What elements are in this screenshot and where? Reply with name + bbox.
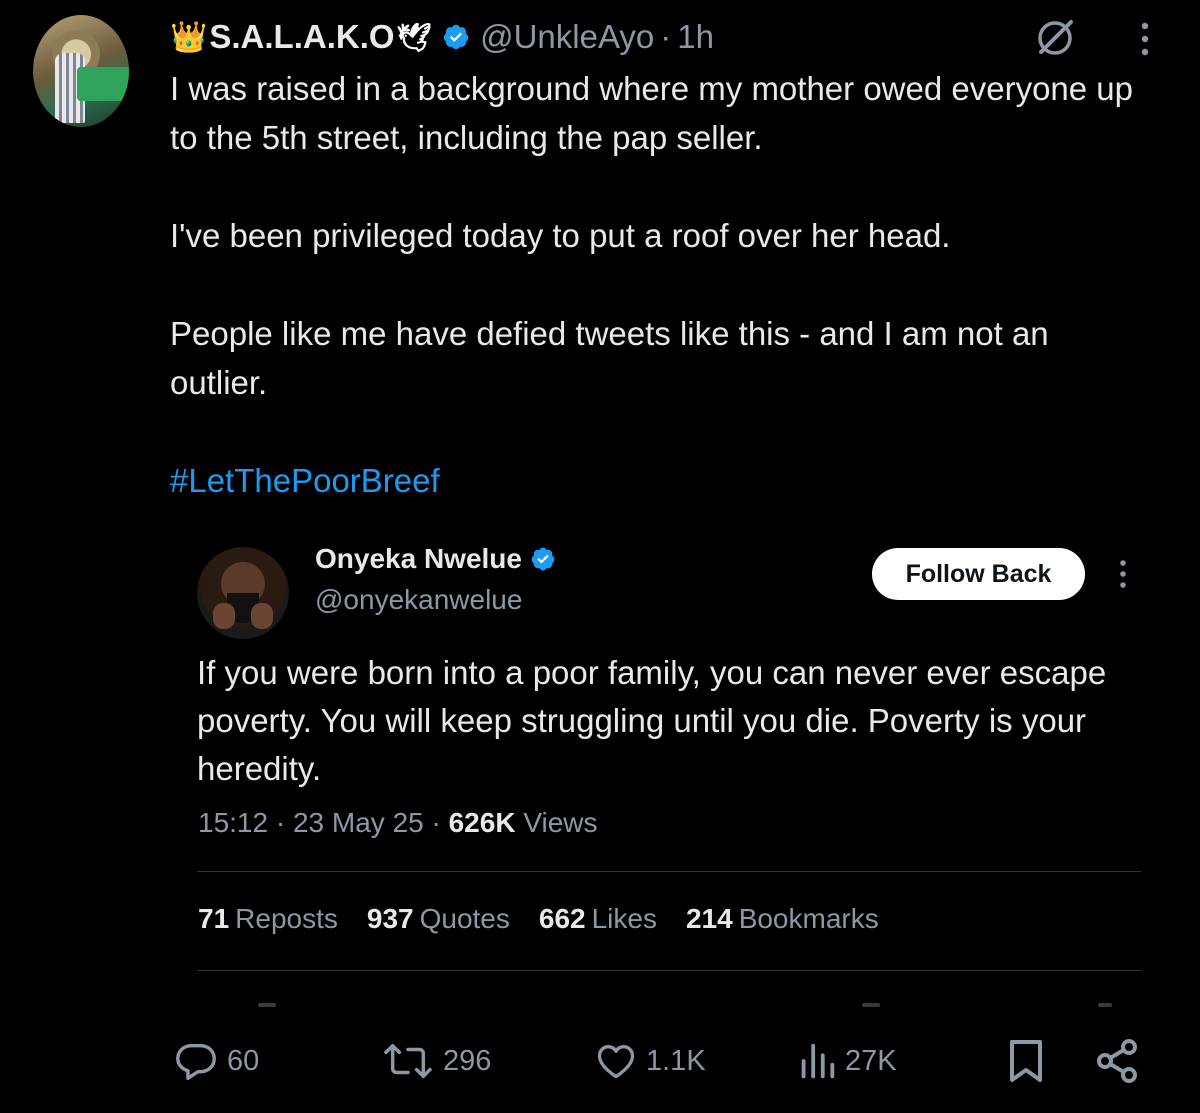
- quoted-stats-row: 71 Reposts 937 Quotes 662 Likes 214 Bookmark…: [198, 903, 908, 935]
- views-count: 27K: [845, 1044, 897, 1077]
- quoted-author-display-name[interactable]: Onyeka Nwelue: [315, 543, 556, 575]
- bookmark-icon[interactable]: [1004, 1036, 1048, 1086]
- tweet-body: I was raised in a background where my mo…: [170, 64, 1150, 505]
- repost-icon: [384, 1043, 432, 1079]
- stat-bookmarks[interactable]: 214 Bookmarks: [686, 903, 879, 935]
- dove-emoji: 🕊: [396, 21, 433, 53]
- repost-button[interactable]: 296: [381, 1036, 491, 1086]
- more-vertical-icon[interactable]: [1117, 558, 1129, 592]
- grok-icon[interactable]: [1033, 16, 1077, 60]
- quoted-date[interactable]: 23 May 25: [293, 807, 424, 838]
- heart-icon: [597, 1045, 635, 1079]
- verified-badge-icon: [443, 24, 469, 50]
- tweet-paragraph: People like me have defied tweets like t…: [170, 315, 1049, 401]
- stat-quotes[interactable]: 937 Quotes: [367, 903, 510, 935]
- stat-reposts[interactable]: 71 Reposts: [198, 903, 338, 935]
- faded-icon-remnant: [1098, 1003, 1112, 1007]
- reply-count: 60: [227, 1044, 260, 1077]
- hashtag-link[interactable]: #LetThePoorBreef: [170, 456, 1150, 505]
- tweet-header: 👑 S.A.L.A.K.O 🕊 @UnkleAyo · 1h: [170, 14, 714, 60]
- follow-back-button[interactable]: Follow Back: [872, 548, 1085, 600]
- reply-icon: [176, 1043, 216, 1080]
- like-button[interactable]: 1.1K: [594, 1036, 706, 1086]
- divider: [197, 871, 1141, 872]
- tweet-paragraph: I was raised in a background where my mo…: [170, 70, 1134, 156]
- quoted-author-name: Onyeka Nwelue: [315, 543, 522, 574]
- divider: [197, 970, 1141, 971]
- separator-dot: ·: [423, 807, 449, 838]
- like-count: 1.1K: [646, 1044, 706, 1077]
- tweet-paragraph: I've been privileged today to put a roof…: [170, 217, 951, 254]
- views-label: Views: [515, 807, 598, 838]
- separator-dot: ·: [268, 807, 293, 838]
- views-button[interactable]: 27K: [797, 1036, 897, 1086]
- author-handle[interactable]: @UnkleAyo: [480, 18, 654, 56]
- quoted-time[interactable]: 15:12: [198, 807, 268, 838]
- analytics-icon: [801, 1043, 835, 1079]
- author-avatar[interactable]: [33, 15, 129, 127]
- stat-likes[interactable]: 662 Likes: [539, 903, 657, 935]
- tweet-detail: 👑 S.A.L.A.K.O 🕊 @UnkleAyo · 1h I was rai…: [0, 0, 1200, 1113]
- separator-dot: ·: [660, 18, 672, 55]
- more-vertical-icon[interactable]: [1138, 20, 1152, 60]
- author-name: S.A.L.A.K.O: [209, 18, 395, 55]
- quoted-tweet-body: If you were born into a poor family, you…: [197, 654, 1107, 787]
- crown-emoji: 👑: [170, 20, 208, 54]
- quoted-tweet-meta: 15:12 · 23 May 25 · 626K Views: [198, 807, 598, 839]
- quoted-author-avatar[interactable]: [197, 547, 289, 639]
- tweet-time[interactable]: 1h: [677, 18, 714, 56]
- verified-badge-icon: [531, 547, 555, 571]
- faded-icon-remnant: [258, 1003, 276, 1007]
- faded-icon-remnant: [862, 1003, 880, 1007]
- share-icon[interactable]: [1093, 1036, 1141, 1086]
- views-count: 626K: [448, 807, 516, 838]
- reply-button[interactable]: 60: [173, 1036, 259, 1086]
- author-display-name[interactable]: 👑 S.A.L.A.K.O 🕊: [170, 18, 432, 56]
- quoted-author-handle[interactable]: @onyekanwelue: [315, 584, 522, 616]
- repost-count: 296: [443, 1044, 492, 1077]
